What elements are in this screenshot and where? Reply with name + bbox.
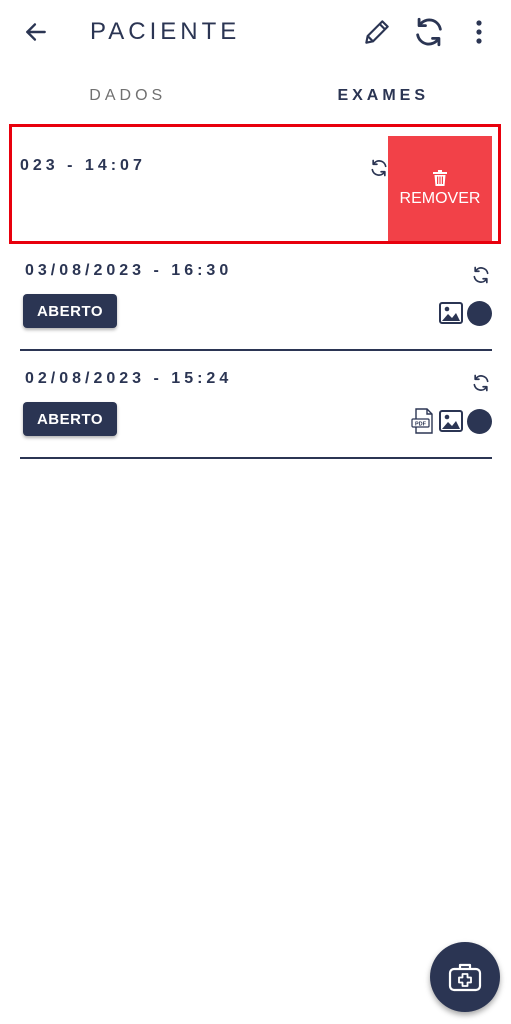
sync-icon bbox=[473, 266, 489, 284]
divider bbox=[20, 457, 492, 459]
exam-list-item[interactable]: 03/08/2023 - 16:30 ABERTO bbox=[20, 262, 492, 352]
attachment-icons bbox=[439, 300, 492, 326]
tab-bar: DADOS EXAMES bbox=[0, 74, 511, 118]
sync-icon bbox=[473, 374, 489, 392]
sync-icon bbox=[371, 159, 387, 177]
divider bbox=[20, 349, 492, 351]
tab-dados[interactable]: DADOS bbox=[0, 74, 256, 118]
pdf-icon[interactable]: PDF bbox=[411, 408, 435, 434]
pencil-icon bbox=[365, 20, 389, 44]
more-vertical-icon bbox=[476, 20, 482, 44]
exam-sync-button[interactable] bbox=[470, 372, 492, 394]
image-icon[interactable] bbox=[439, 410, 463, 432]
status-dot bbox=[467, 300, 492, 326]
sync-button[interactable] bbox=[409, 12, 449, 52]
page-title: PACIENTE bbox=[90, 18, 241, 45]
more-options-button[interactable] bbox=[459, 12, 499, 52]
status-dot bbox=[467, 408, 492, 434]
svg-text:PDF: PDF bbox=[415, 421, 427, 427]
exam-date: 02/08/2023 - 15:24 bbox=[25, 370, 233, 387]
arrow-left-icon bbox=[26, 23, 46, 41]
status-button[interactable]: ABERTO bbox=[23, 402, 117, 436]
trash-icon bbox=[433, 169, 447, 186]
tab-exames[interactable]: EXAMES bbox=[256, 74, 511, 118]
exam-date: 03/08/2023 - 16:30 bbox=[25, 262, 233, 279]
image-icon[interactable] bbox=[439, 302, 463, 324]
exam-date: 023 - 14:07 bbox=[20, 157, 146, 174]
exam-list-item[interactable]: 02/08/2023 - 15:24 ABERTO PDF bbox=[20, 370, 492, 460]
app-bar: PACIENTE bbox=[0, 0, 511, 64]
medical-kit-icon bbox=[448, 963, 482, 992]
status-button[interactable]: ABERTO bbox=[23, 294, 117, 328]
swiped-exam-item[interactable]: 023 - 14:07 REMOVER bbox=[9, 124, 501, 244]
sync-icon bbox=[416, 17, 442, 47]
attachment-icons: PDF bbox=[411, 408, 492, 434]
exam-sync-button[interactable] bbox=[368, 157, 390, 179]
remove-label: REMOVER bbox=[399, 189, 481, 207]
edit-button[interactable] bbox=[357, 12, 397, 52]
exam-sync-button[interactable] bbox=[470, 264, 492, 286]
back-button[interactable] bbox=[18, 14, 54, 50]
add-exam-fab[interactable] bbox=[430, 942, 500, 1012]
remove-button[interactable]: REMOVER bbox=[388, 136, 492, 241]
